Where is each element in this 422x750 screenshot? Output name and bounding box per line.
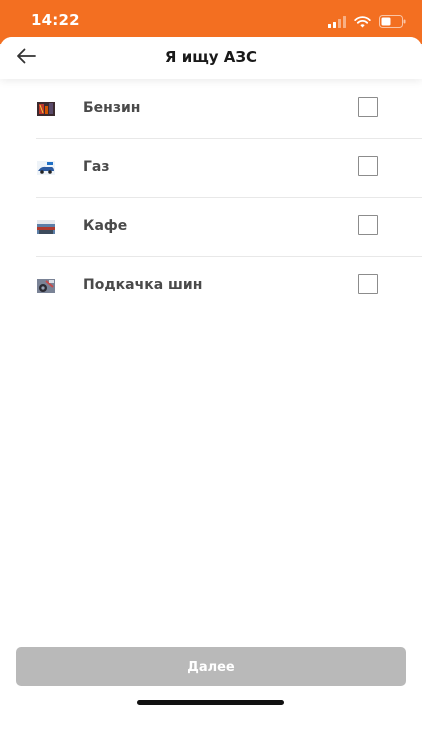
option-checkbox[interactable] [358, 215, 378, 235]
sheet: Я ищу АЗС Бензин Газ Кафе Подкачка шин [0, 37, 422, 750]
cafe-icon [37, 219, 55, 234]
status-time: 14:22 [31, 11, 80, 29]
option-label: Подкачка шин [83, 277, 203, 293]
tire-inflation-icon [37, 278, 55, 293]
fuel-pump-icon [37, 101, 55, 116]
gas-car-icon [37, 160, 55, 175]
wifi-icon [354, 13, 371, 32]
option-list: Бензин Газ Кафе Подкачка шин [0, 80, 422, 315]
nav-bar: Я ищу АЗС [0, 37, 422, 79]
option-checkbox[interactable] [358, 156, 378, 176]
option-label: Кафе [83, 218, 128, 234]
option-label: Газ [83, 159, 110, 175]
option-cafe[interactable]: Кафе [36, 198, 422, 257]
option-gas[interactable]: Газ [36, 139, 422, 198]
page-title: Я ищу АЗС [164, 48, 258, 66]
next-button[interactable]: Далее [16, 647, 406, 686]
option-label: Бензин [83, 100, 141, 116]
option-checkbox[interactable] [358, 274, 378, 294]
option-checkbox[interactable] [358, 97, 378, 117]
home-indicator [137, 700, 284, 705]
battery-icon [379, 13, 406, 32]
signal-icon [328, 13, 346, 32]
option-tire-inflation[interactable]: Подкачка шин [36, 257, 422, 315]
option-petrol[interactable]: Бензин [36, 80, 422, 139]
status-icons [328, 13, 406, 32]
